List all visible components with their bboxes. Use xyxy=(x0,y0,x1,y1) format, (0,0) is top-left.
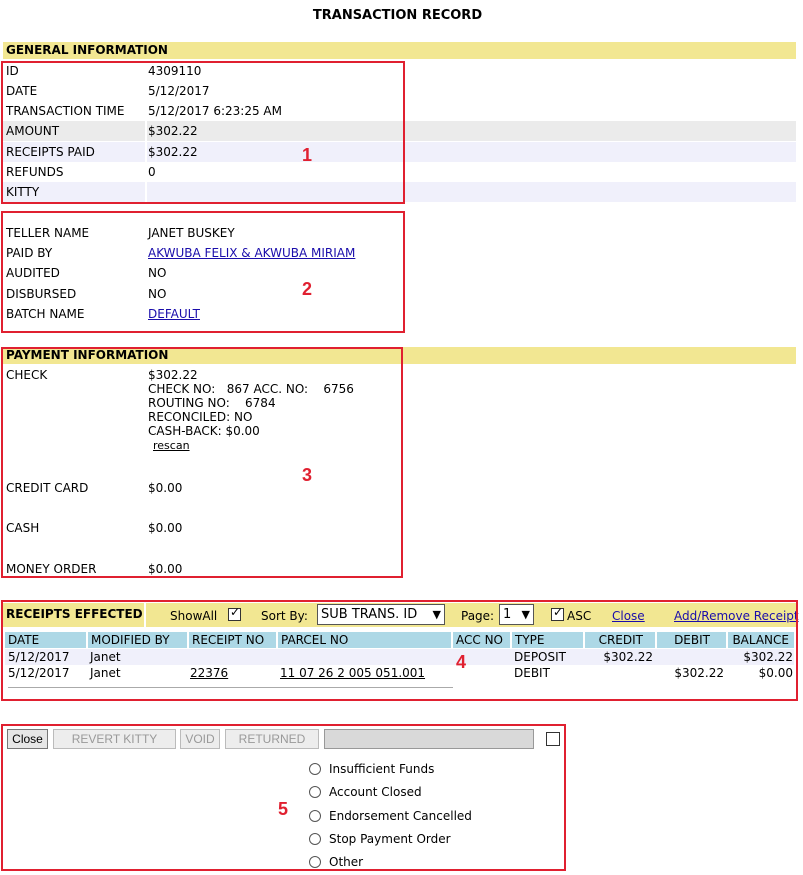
annotation-5: 5 xyxy=(278,799,289,819)
annotation-2: 2 xyxy=(302,279,313,299)
general-info-header: GENERAL INFORMATION xyxy=(3,42,796,59)
annotation-4: 4 xyxy=(456,652,467,672)
page-title: TRANSACTION RECORD xyxy=(312,8,483,23)
annotation-box-4 xyxy=(1,600,798,701)
annotation-3: 3 xyxy=(302,465,313,485)
annotation-1: 1 xyxy=(302,145,313,165)
annotation-box-2 xyxy=(1,211,405,333)
annotation-box-3 xyxy=(1,347,403,578)
annotation-box-1 xyxy=(1,61,405,204)
annotation-box-5 xyxy=(1,724,566,871)
